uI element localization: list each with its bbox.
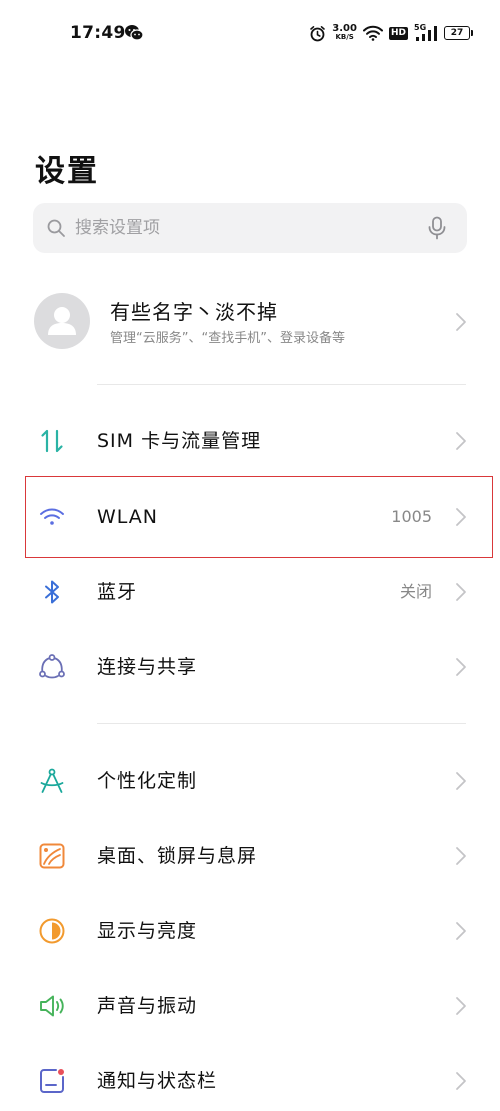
setting-label: 显示与亮度 <box>97 920 198 942</box>
account-description: 管理“云服务”、“查找手机”、登录设备等 <box>110 331 345 346</box>
bluetooth-icon <box>45 580 59 604</box>
chevron-right-icon <box>456 658 466 676</box>
net-speed-unit: KB/S <box>335 33 354 41</box>
bluetooth-status: 关闭 <box>399 582 432 601</box>
setting-item-sim[interactable]: SIM 卡与流量管理 <box>0 404 500 478</box>
setting-item-connection[interactable]: 连接与共享 <box>0 630 500 704</box>
setting-label: 声音与振动 <box>97 995 198 1017</box>
wlan-network-name: 1005 <box>391 507 432 526</box>
default-avatar-icon <box>48 307 76 335</box>
wallpaper-icon <box>39 843 65 869</box>
net-speed: 3.00 KB/S <box>332 24 357 42</box>
chevron-right-icon <box>456 847 466 865</box>
setting-label: 连接与共享 <box>97 656 198 678</box>
setting-item-display[interactable]: 显示与亮度 <box>0 894 500 968</box>
chevron-right-icon <box>456 1072 466 1090</box>
divider <box>97 384 466 385</box>
net-speed-value: 3.00 <box>332 23 357 34</box>
search-input[interactable] <box>75 203 405 253</box>
setting-label: 桌面、锁屏与息屏 <box>97 845 258 867</box>
search-bar[interactable] <box>33 203 467 253</box>
sim-traffic-icon <box>41 429 63 453</box>
account-row[interactable]: 有些名字丶淡不掉 管理“云服务”、“查找手机”、登录设备等 <box>0 284 500 360</box>
brightness-icon <box>39 918 65 944</box>
settings-screen: 17:49 3.00 KB/S HD 5G 27 设置 搜索设置项 有些名字丶淡… <box>0 0 500 1111</box>
setting-item-bluetooth[interactable]: 蓝牙 关闭 <box>0 555 500 629</box>
signal-icon <box>416 26 437 41</box>
chevron-right-icon <box>456 508 466 526</box>
chevron-right-icon <box>456 313 466 331</box>
setting-label: 个性化定制 <box>97 770 198 792</box>
connection-share-icon <box>39 654 65 679</box>
hd-badge: HD <box>388 26 408 40</box>
wechat-icon <box>125 25 144 41</box>
setting-label: WLAN <box>97 506 159 528</box>
setting-label: 蓝牙 <box>97 581 138 603</box>
account-name: 有些名字丶淡不掉 <box>110 300 278 324</box>
chevron-right-icon <box>456 922 466 940</box>
avatar <box>34 293 90 349</box>
notification-icon <box>40 1069 64 1093</box>
battery-level: 27 <box>450 28 464 38</box>
alarm-icon <box>310 25 326 41</box>
chevron-right-icon <box>456 583 466 601</box>
setting-item-notification[interactable]: 通知与状态栏 <box>0 1044 500 1111</box>
setting-item-personalization[interactable]: 个性化定制 <box>0 744 500 818</box>
chevron-right-icon <box>456 432 466 450</box>
status-bar: 17:49 3.00 KB/S HD 5G 27 <box>0 0 500 68</box>
battery-icon: 27 <box>444 26 473 40</box>
setting-label: 通知与状态栏 <box>97 1070 218 1092</box>
status-icons: 3.00 KB/S HD 5G 27 <box>309 22 473 44</box>
search-icon <box>47 219 65 237</box>
setting-item-wlan[interactable]: WLAN 1005 <box>0 480 500 554</box>
status-time: 17:49 <box>70 23 126 43</box>
compass-tool-icon <box>40 768 64 793</box>
page-title: 设置 <box>35 154 99 189</box>
speaker-icon <box>40 995 64 1017</box>
setting-item-sound[interactable]: 声音与振动 <box>0 969 500 1043</box>
wifi-icon <box>362 25 383 41</box>
microphone-icon[interactable] <box>427 216 447 240</box>
setting-label: SIM 卡与流量管理 <box>97 430 262 452</box>
chevron-right-icon <box>456 997 466 1015</box>
divider <box>97 723 466 724</box>
signal-group: 5G <box>414 23 438 42</box>
setting-item-desktop[interactable]: 桌面、锁屏与息屏 <box>0 819 500 893</box>
chevron-right-icon <box>456 772 466 790</box>
wifi-icon <box>40 508 64 525</box>
